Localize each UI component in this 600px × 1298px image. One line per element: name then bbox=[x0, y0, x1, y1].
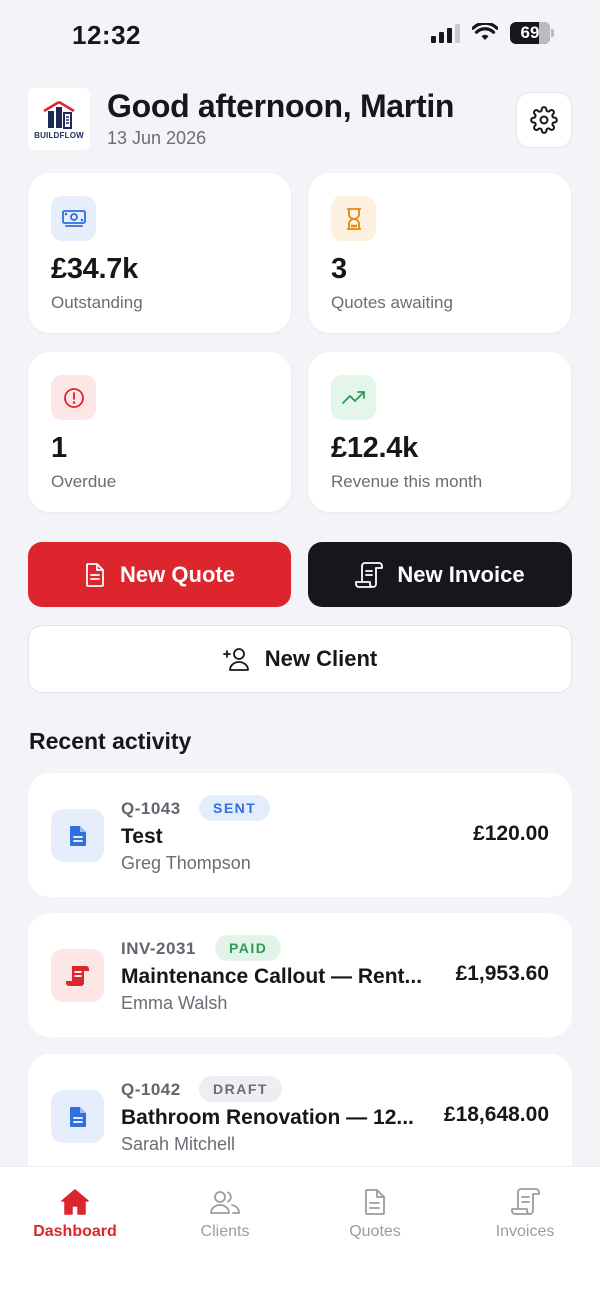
stat-card-outstanding[interactable]: £34.7k Outstanding bbox=[28, 173, 291, 333]
document-icon bbox=[51, 809, 104, 862]
home-icon bbox=[61, 1189, 89, 1215]
new-quote-label: New Quote bbox=[120, 561, 235, 587]
activity-item[interactable]: Q-1043 SENT Test Greg Thompson £120.00 bbox=[28, 773, 572, 897]
receipt-icon bbox=[511, 1188, 540, 1215]
activity-item[interactable]: INV-2031 PAID Maintenance Callout — Rent… bbox=[28, 913, 572, 1037]
battery-icon: 69 bbox=[510, 22, 550, 44]
stat-label: Overdue bbox=[51, 472, 117, 491]
activity-item[interactable]: Q-1042 DRAFT Bathroom Renovation — 12...… bbox=[28, 1054, 572, 1184]
activity-amount: £1,953.60 bbox=[455, 962, 549, 985]
stat-value: 1 bbox=[51, 432, 67, 464]
stat-value: £34.7k bbox=[51, 253, 138, 285]
add-user-icon bbox=[222, 648, 249, 671]
stat-value: 3 bbox=[331, 253, 347, 285]
tab-label: Quotes bbox=[349, 1223, 401, 1240]
activity-client: Sarah Mitchell bbox=[121, 1134, 236, 1154]
stat-card-quotes-awaiting[interactable]: 3 Quotes awaiting bbox=[308, 173, 571, 333]
status-time: 12:32 bbox=[72, 20, 141, 50]
new-quote-button[interactable]: New Quote bbox=[28, 542, 291, 607]
hourglass-icon bbox=[331, 196, 376, 241]
activity-title: Test bbox=[121, 825, 163, 848]
tab-dashboard[interactable]: Dashboard bbox=[0, 1167, 150, 1267]
activity-client: Emma Walsh bbox=[121, 993, 228, 1013]
status-bar: 12:32 69 bbox=[0, 0, 600, 72]
status-badge: DRAFT bbox=[199, 1076, 282, 1102]
receipt-icon bbox=[355, 561, 384, 588]
new-client-button[interactable]: New Client bbox=[28, 625, 572, 693]
cash-icon bbox=[51, 196, 96, 241]
new-invoice-button[interactable]: New Invoice bbox=[308, 542, 572, 607]
new-client-label: New Client bbox=[264, 646, 378, 671]
current-date: 13 Jun 2026 bbox=[107, 128, 207, 148]
activity-ref: INV-2031 bbox=[121, 939, 196, 958]
building-logo-icon bbox=[43, 100, 75, 129]
gear-icon bbox=[530, 106, 558, 134]
stat-card-revenue[interactable]: £12.4k Revenue this month bbox=[308, 352, 571, 512]
battery-percent: 69 bbox=[520, 23, 540, 42]
activity-ref: Q-1043 bbox=[121, 799, 181, 818]
wifi-icon bbox=[472, 23, 498, 40]
status-badge: PAID bbox=[215, 935, 282, 961]
alert-circle-icon bbox=[51, 375, 96, 420]
stat-card-overdue[interactable]: 1 Overdue bbox=[28, 352, 291, 512]
tab-label: Clients bbox=[200, 1223, 250, 1240]
document-icon bbox=[365, 1189, 385, 1215]
tab-invoices[interactable]: Invoices bbox=[450, 1167, 600, 1267]
status-badge: SENT bbox=[199, 795, 271, 821]
activity-title: Maintenance Callout — Rent... bbox=[121, 965, 421, 988]
company-logo: BUILDFLOW bbox=[28, 88, 90, 150]
activity-title: Bathroom Renovation — 12... bbox=[121, 1106, 414, 1129]
status-icons: 69 bbox=[431, 22, 554, 44]
activity-amount: £120.00 bbox=[473, 822, 549, 845]
stat-value: £12.4k bbox=[331, 432, 418, 464]
document-icon bbox=[86, 562, 104, 587]
cellular-signal-icon bbox=[431, 23, 460, 43]
new-invoice-label: New Invoice bbox=[397, 561, 525, 587]
activity-ref: Q-1042 bbox=[121, 1080, 181, 1099]
activity-amount: £18,648.00 bbox=[443, 1103, 549, 1126]
receipt-icon bbox=[51, 949, 104, 1002]
settings-button[interactable] bbox=[516, 92, 572, 148]
users-icon bbox=[210, 1191, 240, 1214]
stat-label: Revenue this month bbox=[331, 472, 483, 491]
tab-quotes[interactable]: Quotes bbox=[300, 1167, 450, 1267]
page-title: Good afternoon, Martin bbox=[107, 88, 455, 124]
tab-label: Invoices bbox=[495, 1223, 555, 1240]
stat-label: Quotes awaiting bbox=[331, 293, 453, 312]
tab-clients[interactable]: Clients bbox=[150, 1167, 300, 1267]
logo-text: BUILDFLOW bbox=[34, 130, 84, 140]
tab-label: Dashboard bbox=[33, 1223, 117, 1240]
activity-client: Greg Thompson bbox=[121, 853, 251, 873]
stat-label: Outstanding bbox=[51, 293, 143, 312]
document-icon bbox=[51, 1090, 104, 1143]
trending-up-icon bbox=[331, 375, 376, 420]
bottom-tab-bar: Dashboard Clients Quotes Invoices bbox=[0, 1166, 600, 1298]
recent-activity-title: Recent activity bbox=[29, 728, 192, 754]
